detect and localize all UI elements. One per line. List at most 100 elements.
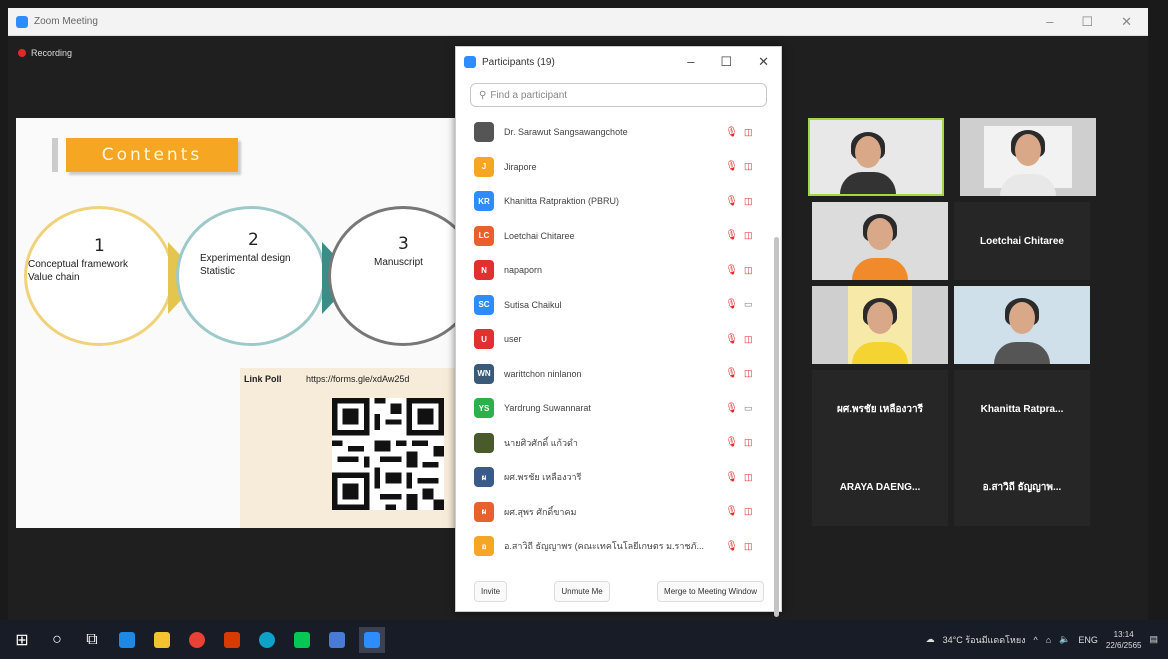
zoom-logo-icon	[16, 15, 28, 28]
video-off-icon[interactable]: ◫	[744, 127, 760, 138]
video-on-icon[interactable]: ▭	[744, 299, 760, 310]
search-icon: ⚲	[479, 89, 487, 101]
participant-avatar: N	[474, 260, 494, 281]
participant-row[interactable]: Nnapaporn 🎙 ◫	[456, 253, 772, 288]
search-circle-icon[interactable]: ○	[44, 627, 70, 653]
video-tile-9[interactable]: ARAYA DAENG...	[812, 448, 948, 526]
unmute-me-button[interactable]: Unmute Me	[554, 580, 610, 602]
video-tile-7[interactable]: ผศ.พรชัย เหลืองวารี	[812, 370, 948, 448]
participant-row[interactable]: อ อ.สาวิถี ธัญญาพร (คณะเทคโนโลยีเกษตร ม.ร…	[456, 529, 772, 564]
zoom-logo-icon	[464, 56, 476, 68]
participant-name: napaporn	[504, 265, 543, 276]
muted-mic-icon[interactable]: 🎙	[725, 299, 738, 310]
video-on-icon[interactable]: ▭	[744, 403, 760, 414]
video-tile-10[interactable]: อ.สาวิถี ธัญญาพ...	[954, 448, 1090, 526]
participant-avatar: WN	[474, 363, 494, 384]
participant-row[interactable]: Dr. Sarawut Sangsawangchote 🎙 ◫	[456, 115, 772, 150]
muted-mic-icon[interactable]: 🎙	[725, 334, 738, 345]
weather-text[interactable]: 34°C ร้อนมีแดดโหยง	[943, 633, 1026, 647]
muted-mic-icon[interactable]: 🎙	[725, 403, 738, 414]
participant-name: user	[504, 334, 522, 345]
participant-row[interactable]: SC Sutisa Chaikul 🎙 ▭	[456, 288, 772, 323]
participants-titlebar: Participants (19) – ☐ ✕	[456, 47, 781, 77]
muted-mic-icon[interactable]: 🎙	[725, 368, 738, 379]
file-explorer-icon[interactable]	[149, 627, 175, 653]
tile-name: อ.สาวิถี ธัญญาพ...	[982, 481, 1062, 493]
task-view-icon[interactable]: ⧉	[79, 627, 105, 653]
tray-chevron-icon[interactable]: ^	[1033, 635, 1037, 645]
panel-close-button[interactable]: ✕	[758, 54, 769, 70]
muted-mic-icon[interactable]: 🎙	[725, 265, 738, 276]
muted-mic-icon[interactable]: 🎙	[725, 196, 738, 207]
invite-button[interactable]: Invite	[474, 580, 508, 602]
edge-browser-icon[interactable]	[254, 627, 280, 653]
participant-row[interactable]: ผ ผศ.สุพร ศักดิ์ขาคม 🎙 ◫	[456, 495, 772, 530]
heading-bar	[52, 138, 58, 172]
participant-row[interactable]: Uuser 🎙 ◫	[456, 322, 772, 357]
video-tile-1[interactable]	[808, 118, 944, 196]
participant-name: Sutisa Chaikul	[504, 299, 562, 310]
windows-start-icon[interactable]: ⊞	[9, 627, 35, 653]
network-icon[interactable]: ⌂	[1046, 635, 1051, 645]
video-off-icon[interactable]: ◫	[744, 368, 760, 379]
zoom-app-icon[interactable]	[359, 626, 385, 653]
video-tile-3[interactable]	[812, 202, 948, 280]
participant-row[interactable]: LC Loetchai Chitaree 🎙 ◫	[456, 219, 772, 254]
video-off-icon[interactable]: ◫	[744, 196, 760, 207]
windows-taskbar: ⊞ ○ ⧉ ☁ 34°C ร้อนมีแดดโหยง ^ ⌂ 🔈 ENG 13:…	[0, 620, 1168, 659]
video-tile-5[interactable]	[812, 286, 948, 364]
participant-list: Dr. Sarawut Sangsawangchote 🎙 ◫ J Jirapore 🎙 ◫…	[456, 115, 772, 601]
video-off-icon[interactable]: ◫	[744, 230, 760, 241]
video-off-icon[interactable]: ◫	[744, 334, 760, 345]
language-indicator[interactable]: ENG	[1078, 635, 1098, 645]
weather-icon[interactable]: ☁	[926, 634, 935, 645]
office-app-icon[interactable]	[219, 627, 245, 653]
tile-name: Khanitta Ratpra...	[980, 403, 1064, 415]
muted-mic-icon[interactable]: 🎙	[725, 437, 738, 448]
video-off-icon[interactable]: ◫	[744, 161, 760, 172]
participant-name: Yardrung Suwannarat	[504, 403, 591, 414]
clock[interactable]: 13:14 22/6/2565	[1106, 629, 1142, 651]
video-off-icon[interactable]: ◫	[744, 541, 760, 552]
muted-mic-icon[interactable]: 🎙	[725, 127, 738, 138]
participant-row[interactable]: KR Khanitta Ratpraktion (PBRU) 🎙 ◫	[456, 184, 772, 219]
participant-row[interactable]: นายศิวศักดิ์ แก้วดำ 🎙 ◫	[456, 426, 772, 461]
muted-mic-icon[interactable]: 🎙	[725, 541, 738, 552]
video-tile-2[interactable]	[960, 118, 1096, 196]
participant-search-input[interactable]: ⚲ Find a participant	[470, 83, 767, 107]
content-circle-3	[328, 206, 466, 346]
participant-row[interactable]: YS Yardrung Suwannarat 🎙 ▭	[456, 391, 772, 426]
participant-row[interactable]: ผ ผศ.พรชัย เหลืองวารี 🎙 ◫	[456, 460, 772, 495]
participant-row[interactable]: WN warittchon ninlanon 🎙 ◫	[456, 357, 772, 392]
chrome-icon[interactable]	[184, 627, 210, 653]
line-app-icon[interactable]	[289, 627, 315, 653]
video-off-icon[interactable]: ◫	[744, 506, 760, 517]
participant-name: อ.สาวิถี ธัญญาพร (คณะเทคโนโลยีเกษตร ม.รา…	[504, 541, 704, 552]
merge-window-button[interactable]: Merge to Meeting Window	[657, 580, 764, 602]
store-app-icon[interactable]	[324, 627, 350, 653]
muted-mic-icon[interactable]: 🎙	[725, 230, 738, 241]
muted-mic-icon[interactable]: 🎙	[725, 161, 738, 172]
minimize-button[interactable]: –	[1046, 14, 1053, 30]
item-number-1: 1	[94, 236, 105, 256]
volume-icon[interactable]: 🔈	[1059, 634, 1070, 645]
panel-maximize-button[interactable]: ☐	[720, 54, 732, 70]
participant-scrollbar[interactable]	[774, 237, 779, 617]
video-tile-6[interactable]	[954, 286, 1090, 364]
maximize-button[interactable]: ☐	[1081, 14, 1093, 30]
panel-minimize-button[interactable]: –	[687, 54, 694, 70]
recording-indicator[interactable]: Recording	[18, 48, 72, 58]
video-off-icon[interactable]: ◫	[744, 472, 760, 483]
edge-app-icon[interactable]	[114, 627, 140, 653]
video-off-icon[interactable]: ◫	[744, 437, 760, 448]
video-off-icon[interactable]: ◫	[744, 265, 760, 276]
video-tile-8[interactable]: Khanitta Ratpra...	[954, 370, 1090, 448]
muted-mic-icon[interactable]: 🎙	[725, 506, 738, 517]
video-tile-4[interactable]: Loetchai Chitaree	[954, 202, 1090, 280]
close-button[interactable]: ✕	[1121, 14, 1132, 30]
participant-row[interactable]: J Jirapore 🎙 ◫	[456, 150, 772, 185]
item-number-2: 2	[248, 230, 259, 250]
notifications-icon[interactable]: ▤	[1149, 634, 1158, 645]
muted-mic-icon[interactable]: 🎙	[725, 472, 738, 483]
tile-name: ผศ.พรชัย เหลืองวารี	[836, 403, 923, 415]
